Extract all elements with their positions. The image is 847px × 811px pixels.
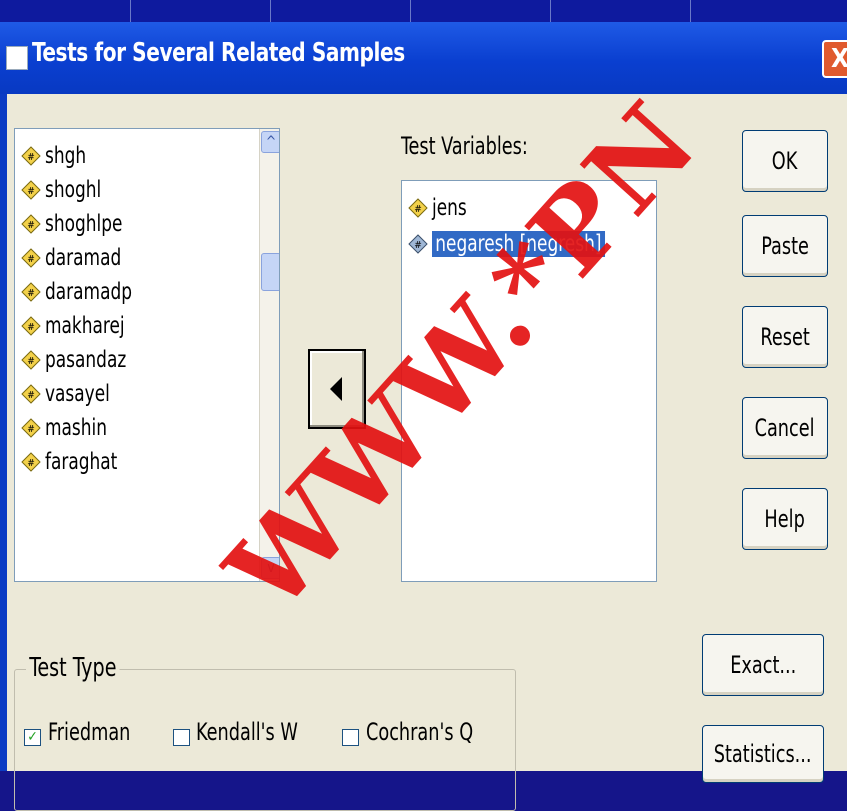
numeric-variable-icon: # — [21, 248, 41, 268]
exact-button[interactable]: Exact... — [702, 634, 824, 696]
list-item-label: shoghlpe — [45, 211, 123, 237]
friedman-label: Friedman — [48, 718, 131, 746]
numeric-variable-icon: # — [21, 282, 41, 302]
list-item[interactable]: # makharej — [15, 309, 142, 343]
help-button[interactable]: Help — [742, 488, 828, 550]
kendalls-w-label: Kendall's W — [196, 718, 298, 746]
list-item-label: faraghat — [45, 449, 118, 475]
reset-button[interactable]: Reset — [742, 306, 828, 368]
list-item[interactable]: # shoghl — [15, 173, 114, 207]
list-item-label: vasayel — [45, 381, 110, 407]
ok-button[interactable]: OK — [742, 130, 828, 192]
svg-text:#: # — [27, 424, 35, 435]
numeric-variable-icon: # — [21, 452, 41, 472]
list-item[interactable]: # daramad — [15, 241, 138, 275]
close-button[interactable]: X — [822, 40, 847, 78]
list-item-label: jens — [432, 195, 467, 221]
numeric-variable-icon: # — [408, 234, 428, 254]
svg-text:#: # — [27, 152, 35, 163]
list-item-selected[interactable]: # negaresh [negresh] — [402, 227, 643, 261]
statistics-button-label: Statistics... — [714, 740, 812, 768]
list-item[interactable]: # daramadp — [15, 275, 151, 309]
svg-text:#: # — [27, 390, 35, 401]
numeric-variable-icon: # — [21, 384, 41, 404]
test-variables-label: Test Variables: — [401, 132, 528, 160]
help-button-label: Help — [764, 505, 806, 533]
numeric-variable-icon: # — [21, 180, 41, 200]
svg-text:#: # — [27, 458, 35, 469]
statistics-button[interactable]: Statistics... — [702, 725, 824, 783]
list-item[interactable]: # jens — [402, 191, 474, 225]
list-item-label: shoghl — [45, 177, 102, 203]
svg-text:#: # — [27, 356, 35, 367]
svg-text:#: # — [414, 240, 422, 251]
svg-text:#: # — [27, 254, 35, 265]
list-item-label: mashin — [45, 415, 107, 441]
numeric-variable-icon: # — [21, 418, 41, 438]
source-variable-list[interactable]: # shgh # shoghl # shoghlpe # daramad # d… — [14, 128, 280, 582]
numeric-variable-icon: # — [408, 198, 428, 218]
list-item[interactable]: # vasayel — [15, 377, 124, 411]
title-bar: Tests for Several Related Samples X — [0, 22, 847, 94]
list-item-label: negaresh [negresh] — [432, 231, 605, 257]
scroll-down-button[interactable]: v — [261, 557, 279, 579]
kendalls-w-checkbox[interactable] — [173, 729, 190, 746]
list-item[interactable]: # faraghat — [15, 445, 133, 479]
list-item-label: makharej — [45, 313, 125, 339]
arrow-left-icon — [330, 377, 342, 401]
window-title: Tests for Several Related Samples — [32, 38, 405, 68]
scroll-thumb[interactable] — [261, 253, 279, 291]
exact-button-label: Exact... — [729, 651, 797, 679]
svg-text:#: # — [27, 220, 35, 231]
svg-text:#: # — [414, 204, 422, 215]
window-icon — [6, 46, 28, 70]
vertical-scrollbar[interactable]: ^ v — [259, 129, 279, 581]
cochrans-q-checkbox[interactable] — [342, 729, 359, 746]
friedman-checkbox[interactable]: ✓ — [24, 729, 41, 746]
reset-button-label: Reset — [760, 323, 810, 351]
paste-button-label: Paste — [761, 232, 809, 260]
svg-text:#: # — [27, 288, 35, 299]
ok-button-label: OK — [772, 147, 798, 175]
list-item[interactable]: # mashin — [15, 411, 121, 445]
move-variable-button[interactable] — [308, 349, 366, 429]
svg-text:#: # — [27, 322, 35, 333]
test-variables-list[interactable]: # jens # negaresh [negresh] — [401, 180, 657, 582]
list-item-label: daramad — [45, 245, 122, 271]
list-item[interactable]: # shgh — [15, 139, 95, 173]
cancel-button-label: Cancel — [754, 414, 815, 442]
cancel-button[interactable]: Cancel — [742, 397, 828, 459]
top-strip — [0, 0, 847, 22]
numeric-variable-icon: # — [21, 350, 41, 370]
paste-button[interactable]: Paste — [742, 215, 828, 277]
test-type-title: Test Type — [26, 653, 120, 683]
svg-text:#: # — [27, 186, 35, 197]
cochrans-q-label: Cochran's Q — [366, 718, 474, 746]
list-item-label: daramadp — [45, 279, 133, 305]
numeric-variable-icon: # — [21, 316, 41, 336]
list-item[interactable]: # pasandaz — [15, 343, 144, 377]
list-item-label: pasandaz — [45, 347, 127, 373]
numeric-variable-icon: # — [21, 146, 41, 166]
list-item-label: shgh — [45, 143, 87, 169]
window-frame-left — [0, 94, 7, 771]
scroll-up-button[interactable]: ^ — [261, 131, 279, 153]
numeric-variable-icon: # — [21, 214, 41, 234]
list-item[interactable]: # shoghlpe — [15, 207, 139, 241]
